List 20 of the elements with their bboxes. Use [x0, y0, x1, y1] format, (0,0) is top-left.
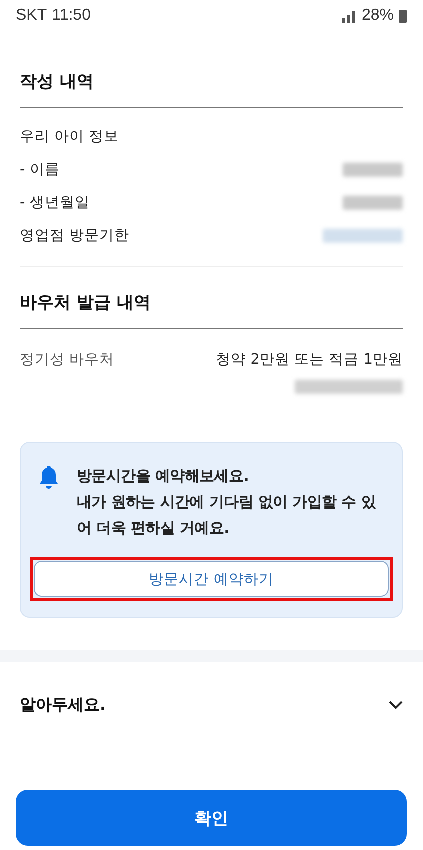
section-title: 바우처 발급 내역	[20, 267, 403, 329]
confirm-button[interactable]: 확인	[16, 790, 407, 846]
field-label: - 생년월일	[20, 194, 90, 212]
field-label: 우리 아이 정보	[20, 128, 120, 146]
bell-icon	[39, 465, 59, 489]
reserve-visit-button[interactable]: 방문시간 예약하기	[34, 561, 389, 597]
field-label: 정기성 바우처	[20, 351, 115, 369]
battery-level: 28%	[362, 7, 394, 25]
field-label: 영업점 방문기한	[20, 227, 130, 245]
notice-text: 방문시간을 예약해보세요. 내가 원하는 시간에 기다림 없이 가입할 수 있어 더욱 편하실 거예요.	[77, 466, 378, 539]
redacted-value	[343, 196, 403, 210]
chevron-icon	[389, 700, 403, 710]
field-label: - 이름	[20, 161, 60, 179]
section-title: 작성 내역	[20, 32, 403, 108]
carrier: SKT	[16, 7, 48, 25]
clock: 11:50	[52, 7, 91, 25]
field-value: 청약 2만원 또는 적금 1만원	[216, 351, 403, 369]
signal-icon	[340, 9, 357, 23]
battery-icon	[399, 9, 407, 23]
redacted-value	[343, 162, 403, 176]
